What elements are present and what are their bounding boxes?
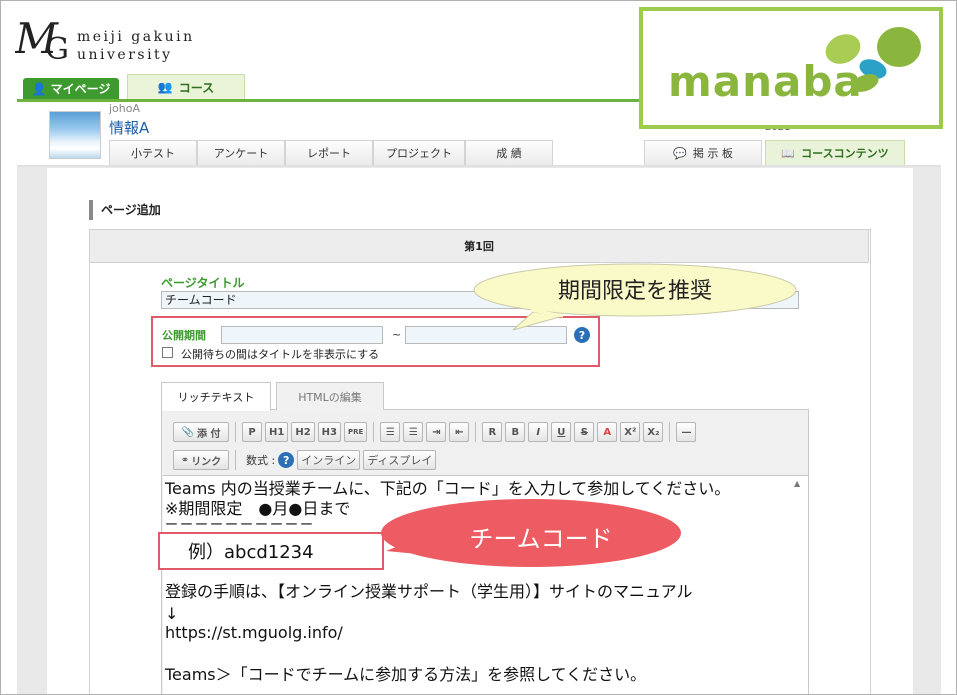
publish-range-separator: ~ — [392, 328, 402, 341]
bold-button[interactable]: B — [505, 422, 526, 442]
publish-period-label: 公開期間 — [162, 329, 206, 342]
indent-button[interactable]: ⇥ — [426, 422, 447, 442]
underline-button[interactable]: U — [551, 422, 572, 442]
scroll-up-arrow-icon[interactable]: ▲ — [794, 479, 800, 488]
university-name-line2: university — [77, 47, 173, 63]
book-icon: 📖 — [781, 146, 796, 160]
help-icon[interactable]: ? — [574, 327, 590, 343]
body-line-5: 登録の手順は、【オンライン授業サポート（学生用）】サイトのマニュアル — [165, 582, 693, 601]
mypage-tab[interactable]: 👤 マイページ — [23, 78, 119, 99]
tab-bulletin-board[interactable]: 💬 掲 示 板 — [644, 140, 762, 165]
bullet-list-icon: ☰ — [408, 426, 418, 438]
superscript-button[interactable]: X² — [620, 422, 641, 442]
toolbar-separator — [373, 422, 375, 442]
butterfly-icon — [825, 27, 921, 92]
toolbar-separator — [235, 450, 236, 470]
body-line-1: Teams 内の当授業チームに、下記の「コード」を入力して参加してください。 — [165, 479, 731, 498]
tab-html-edit[interactable]: HTMLの編集 — [276, 382, 384, 410]
subtab-grades[interactable]: 成 績 — [465, 140, 553, 165]
mg-logo: M G — [15, 14, 69, 63]
indent-icon: ⇥ — [432, 426, 441, 438]
heading2-button[interactable]: H2 — [291, 422, 315, 442]
page-title-label: ページタイトル — [161, 276, 245, 290]
subscript-button[interactable]: X₂ — [643, 422, 664, 442]
subtab-project[interactable]: プロジェクト — [373, 140, 465, 165]
toolbar-separator — [669, 422, 671, 442]
heading1-button[interactable]: H1 — [265, 422, 289, 442]
course-code: johoA — [109, 102, 141, 115]
outdent-button[interactable]: ⇤ — [449, 422, 470, 442]
paperclip-icon: 📎 — [181, 426, 194, 438]
page-heading: ページ追加 — [89, 200, 161, 220]
publish-start-input[interactable] — [221, 326, 383, 344]
italic-button[interactable]: I — [528, 422, 549, 442]
course-subtabs: 小テスト アンケート レポート プロジェクト 成 績 — [109, 140, 553, 165]
inline-formula-button[interactable]: インライン — [297, 450, 361, 470]
formula-label: 数式 : — [246, 454, 276, 467]
hide-title-label: 公開待ちの間はタイトルを非表示にする — [181, 348, 380, 361]
ordered-list-button[interactable]: ☰ — [380, 422, 401, 442]
editor-toolbar-row1: 📎 添 付 P H1 H2 H3 PRE ☰ ☰ ⇥ ⇤ R B I U S A… — [173, 422, 697, 442]
attach-button-label: 添 付 — [196, 428, 221, 440]
example-code-box: 例）abcd1234 — [158, 532, 384, 570]
attach-button[interactable]: 📎 添 付 — [173, 422, 229, 442]
round-title: 第1回 — [89, 229, 869, 263]
remove-format-button[interactable]: R — [482, 422, 503, 442]
tab-bulletin-board-label: 掲 示 板 — [692, 147, 733, 160]
mypage-tab-label: マイページ — [50, 82, 111, 96]
course-title[interactable]: 情報A — [109, 117, 149, 138]
bullet-list-button[interactable]: ☰ — [403, 422, 424, 442]
body-line-6: ↓ — [165, 604, 179, 623]
preformatted-button[interactable]: PRE — [343, 422, 368, 442]
svg-text:G: G — [45, 32, 69, 63]
university-name-line1: meiji gakuin — [77, 29, 195, 45]
screenshot-frame: M G meiji gakuin university 👤 マイページ 👥 コー… — [0, 0, 957, 695]
body-line-url: https://st.mguolg.info/ — [165, 623, 343, 642]
link-icon: ⚭ — [180, 454, 190, 466]
tab-course-contents-label: コースコンテンツ — [801, 147, 889, 160]
horizontal-rule-button[interactable]: — — [676, 422, 697, 442]
course-tab[interactable]: 👥 コース — [127, 74, 245, 99]
subtab-report[interactable]: レポート — [285, 140, 373, 165]
editor-toolbar-row2: ⚭ リンク 数式 : ? インライン ディスプレイ — [173, 450, 437, 470]
heading3-button[interactable]: H3 — [317, 422, 341, 442]
formula-help-icon[interactable]: ? — [278, 452, 295, 468]
course-thumbnail — [49, 111, 101, 159]
subtab-quiz[interactable]: 小テスト — [109, 140, 197, 165]
course-icon: 👥 — [157, 80, 173, 94]
strikethrough-button[interactable]: S — [574, 422, 595, 442]
body-line-8: Teams＞「コードでチームに参加する方法」を参照してください。 — [165, 665, 647, 684]
user-icon: 👤 — [31, 81, 47, 96]
team-code-callout-text: チームコード — [469, 525, 613, 553]
link-button[interactable]: ⚭ リンク — [173, 450, 229, 470]
course-tab-label: コース — [178, 80, 215, 95]
paragraph-button[interactable]: P — [242, 422, 262, 442]
tab-rich-text[interactable]: リッチテキスト — [161, 382, 271, 411]
outdent-icon: ⇤ — [455, 426, 464, 438]
display-formula-button[interactable]: ディスプレイ — [363, 450, 437, 470]
font-color-button[interactable]: A — [597, 422, 618, 442]
toolbar-separator — [475, 422, 477, 442]
subtab-survey[interactable]: アンケート — [197, 140, 285, 165]
university-name: meiji gakuin university — [77, 28, 195, 64]
recommend-callout-text: 期間限定を推奨 — [557, 279, 712, 304]
ordered-list-icon: ☰ — [385, 426, 395, 438]
speech-bubble-icon: 💬 — [673, 146, 687, 160]
link-button-label: リンク — [191, 456, 222, 468]
toolbar-separator — [235, 422, 236, 442]
tab-course-contents[interactable]: 📖 コースコンテンツ — [765, 140, 905, 165]
hide-title-checkbox[interactable] — [162, 347, 173, 358]
publish-end-input[interactable] — [405, 326, 567, 344]
